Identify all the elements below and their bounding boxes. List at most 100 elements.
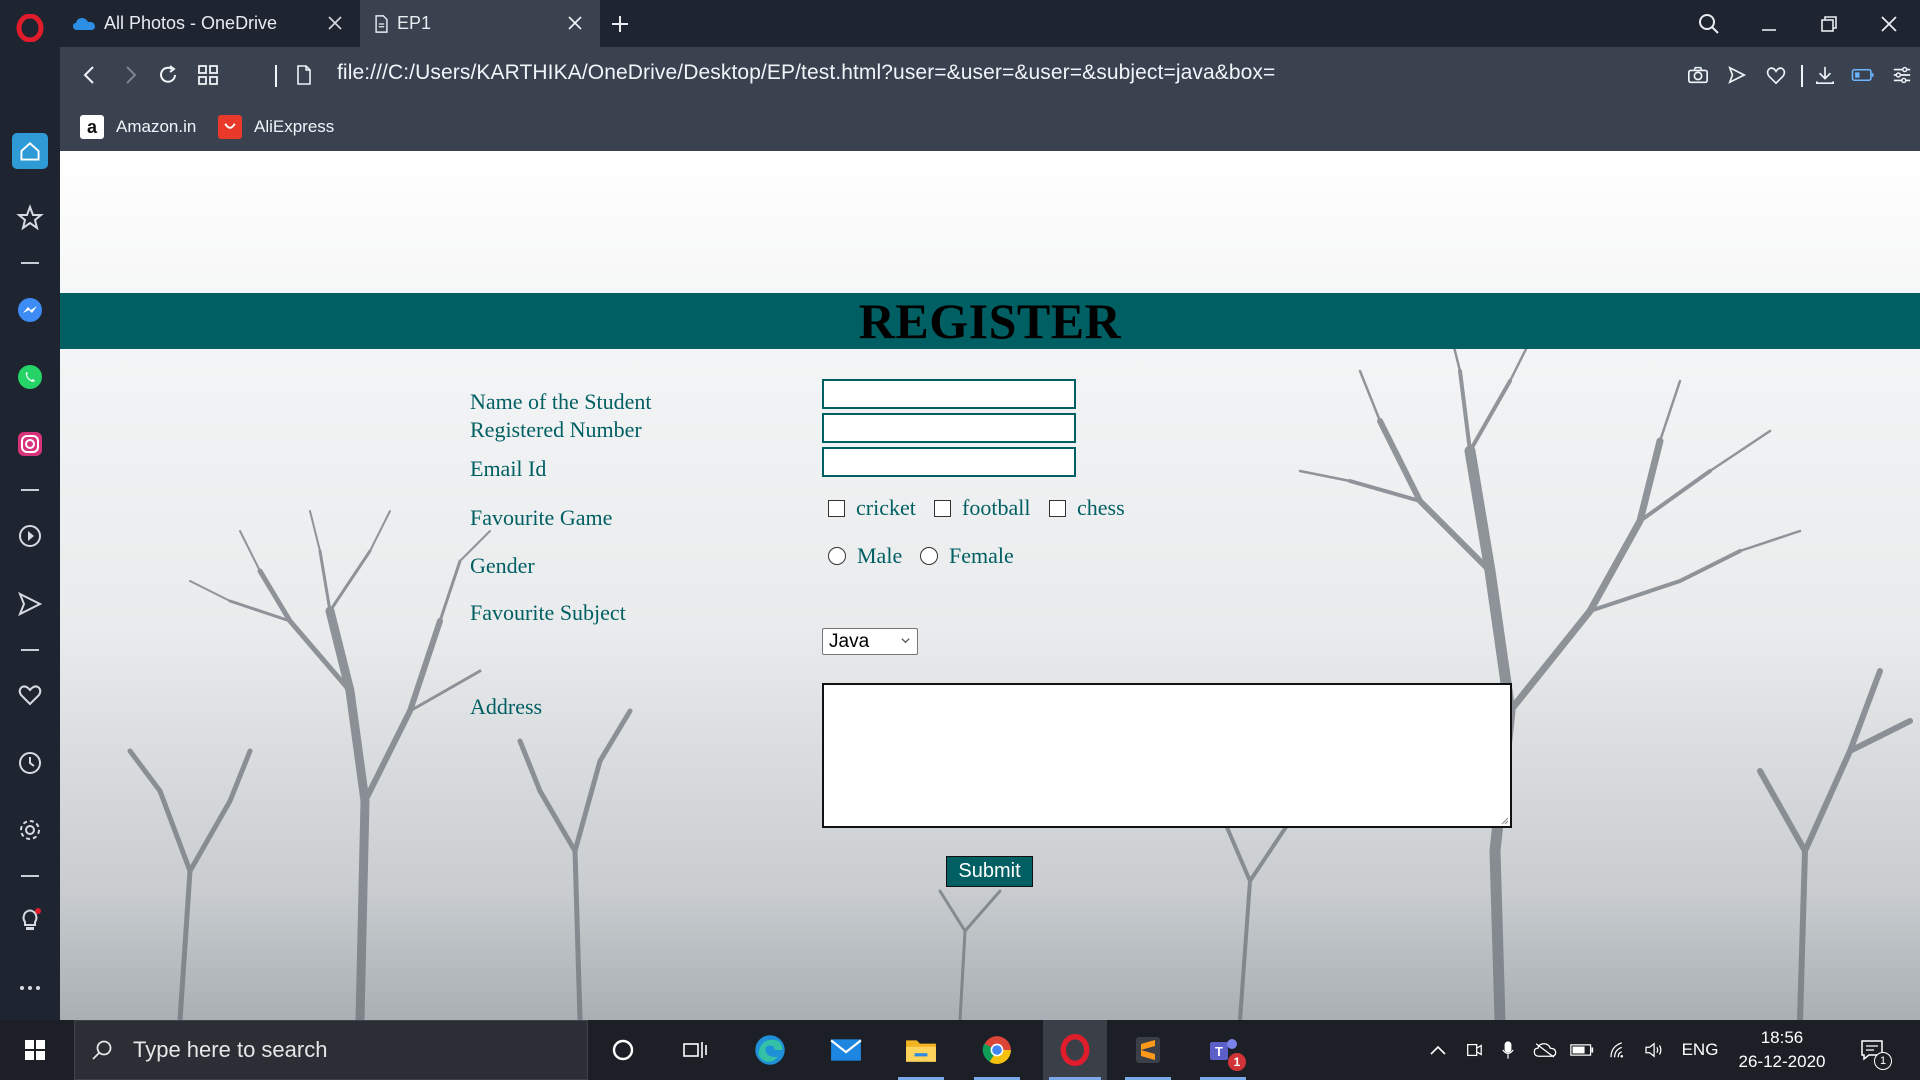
show-hidden-icons-chevron-up-icon[interactable] [1426,1020,1450,1080]
new-tab-button[interactable] [604,8,636,40]
microphone-icon[interactable] [1496,1020,1520,1080]
email-input[interactable] [822,447,1076,477]
more-icon[interactable] [0,968,60,1008]
sidebar-divider [21,262,39,264]
home-icon[interactable] [0,131,60,171]
football-checkbox[interactable] [934,499,951,517]
download-icon[interactable] [1809,59,1841,91]
cricket-checkbox[interactable] [828,499,845,517]
battery-saver-icon[interactable] [1847,59,1879,91]
windows-icon [25,1040,45,1060]
instagram-icon[interactable] [0,424,60,464]
gender-option-male[interactable]: Male [828,543,902,569]
speed-dial-icon[interactable] [192,59,224,91]
send-to-flow-icon[interactable] [1721,59,1753,91]
gender-option-female[interactable]: Female [920,543,1014,569]
notification-badge: 1 [1874,1052,1892,1070]
male-radio[interactable] [828,547,846,565]
sidebar-divider [21,649,39,651]
restore-button[interactable] [1813,8,1845,40]
start-button[interactable] [6,1020,64,1080]
subject-select[interactable]: Java [822,628,918,655]
close-icon[interactable] [324,12,346,34]
messenger-icon[interactable] [0,290,60,330]
page-info-icon[interactable] [288,59,320,91]
player-icon[interactable] [0,516,60,556]
wifi-icon[interactable] [1606,1020,1634,1080]
mail-icon[interactable] [817,1020,875,1080]
heart-icon[interactable] [0,675,60,715]
regno-input[interactable] [822,413,1076,443]
opera-icon[interactable] [1043,1020,1107,1080]
submit-button[interactable]: Submit [946,856,1033,887]
minimize-button[interactable] [1753,8,1785,40]
taskbar-search[interactable]: Type here to search [74,1020,588,1080]
bookmark-amazon[interactable]: a Amazon.in [80,112,196,142]
game-option-chess[interactable]: chess [1049,495,1125,521]
flow-icon[interactable] [0,584,60,624]
option-label: football [962,495,1031,520]
onedrive-tray-icon[interactable] [1530,1020,1560,1080]
page-title: REGISTER [858,293,1122,349]
email-label: Email Id [470,456,547,481]
bookmark-aliexpress[interactable]: AliExpress [218,112,334,142]
option-label: cricket [856,495,916,520]
page-viewport: REGISTER Name of the Student Registered … [60,151,1920,1020]
teams-icon[interactable]: T 1 [1194,1020,1252,1080]
tab-ep1[interactable]: EP1 [360,0,600,47]
easy-setup-icon[interactable] [1886,59,1918,91]
tab-onedrive[interactable]: All Photos - OneDrive [60,0,360,47]
file-explorer-icon[interactable] [892,1020,950,1080]
language-indicator[interactable]: ENG [1678,1020,1722,1080]
forward-icon[interactable] [114,59,146,91]
name-input[interactable] [822,379,1076,409]
cortana-icon[interactable] [594,1020,652,1080]
svg-text:T: T [1215,1044,1223,1059]
settings-icon[interactable] [0,810,60,850]
teams-badge: 1 [1228,1053,1246,1071]
game-option-cricket[interactable]: cricket [828,495,916,521]
bookmark-label: Amazon.in [116,117,197,136]
action-center-icon[interactable]: 1 [1852,1020,1892,1080]
edge-icon[interactable] [741,1020,799,1080]
url-field[interactable]: file:///C:/Users/KARTHIKA/OneDrive/Deskt… [337,61,1275,85]
close-icon[interactable] [564,12,586,34]
page-icon [375,14,388,33]
search-icon [92,1040,112,1060]
search-tabs-icon[interactable] [1693,8,1725,40]
select-value: Java [829,630,870,652]
opera-logo-icon[interactable] [0,8,60,48]
bookmark-star-icon[interactable] [0,198,60,238]
female-radio[interactable] [920,547,938,565]
regno-label: Registered Number [470,417,642,442]
opera-sidebar [0,0,60,1020]
close-window-button[interactable] [1873,8,1905,40]
sublime-icon[interactable] [1119,1020,1177,1080]
game-label: Favourite Game [470,505,613,530]
background-trees-image [127,329,1913,1020]
aliexpress-icon [218,115,242,139]
reload-icon[interactable] [152,59,184,91]
whatsapp-icon[interactable] [0,357,60,397]
chevron-down-icon [901,638,910,644]
chess-checkbox[interactable] [1049,499,1066,517]
address-textarea[interactable] [822,683,1512,828]
bookmark-label: AliExpress [254,117,335,136]
bookmark-heart-icon[interactable] [1760,59,1792,91]
snapshot-icon[interactable] [1682,59,1714,91]
chrome-icon[interactable] [968,1020,1026,1080]
history-icon[interactable] [0,743,60,783]
back-icon[interactable] [74,59,106,91]
volume-icon[interactable] [1641,1020,1669,1080]
task-view-icon[interactable] [666,1020,724,1080]
game-option-football[interactable]: football [934,495,1030,521]
tab-bar: All Photos - OneDrive EP1 [60,0,1920,47]
address-bar: file:///C:/Users/KARTHIKA/OneDrive/Deskt… [60,47,1920,104]
system-clock[interactable]: 18:56 26-12-2020 [1728,1026,1836,1074]
battery-icon[interactable] [1568,1020,1596,1080]
onedrive-icon [73,17,95,30]
resize-handle-icon[interactable] [1499,815,1509,825]
tips-icon[interactable] [0,900,60,940]
toolbar-divider [1801,65,1803,87]
meet-now-icon[interactable] [1462,1020,1486,1080]
